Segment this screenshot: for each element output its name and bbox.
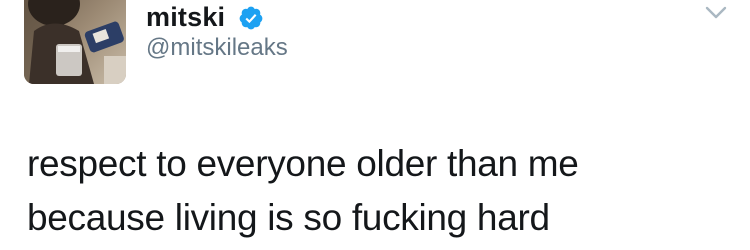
avatar-photo [24, 0, 126, 84]
verified-badge-icon [239, 6, 263, 30]
tweet-card: mitski @mitskileaks respect to everyone … [0, 0, 750, 250]
tweet-text-line: respect to everyone older than me [27, 143, 579, 184]
author-handle[interactable]: @mitskileaks [146, 34, 288, 62]
chevron-down-icon[interactable] [704, 4, 728, 22]
display-name[interactable]: mitski [146, 2, 225, 32]
tweet-text-line: because living is so fucking hard [27, 197, 550, 238]
tweet-text: respect to everyone older than me becaus… [27, 137, 579, 245]
author-avatar[interactable] [24, 0, 126, 84]
